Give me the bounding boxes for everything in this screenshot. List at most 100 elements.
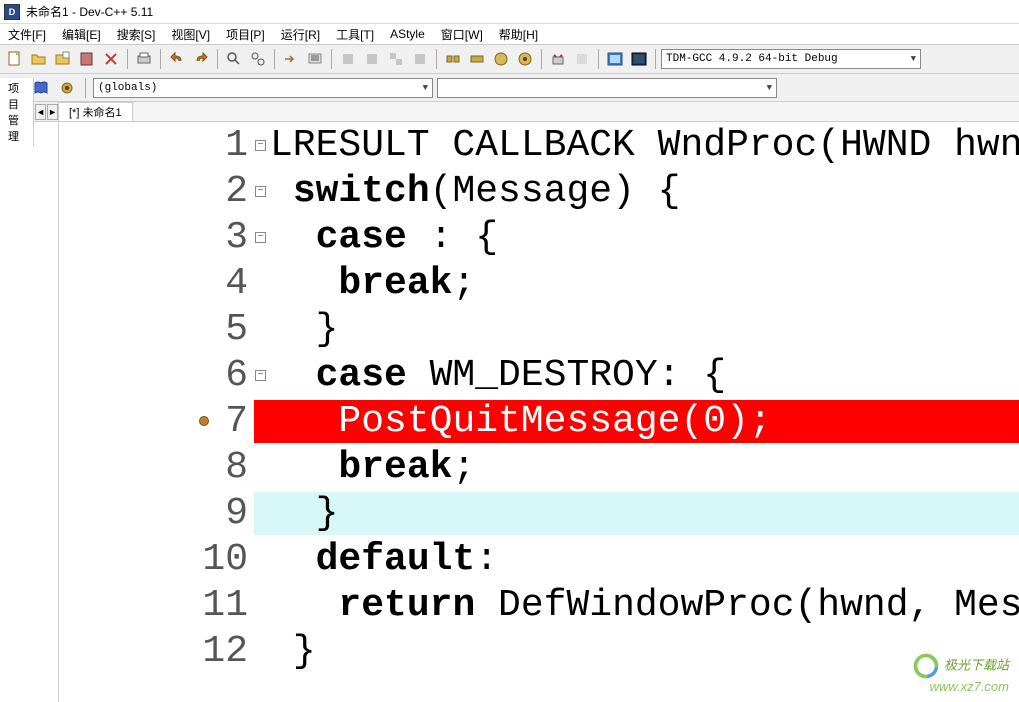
menu-edit[interactable]: 编辑[E] <box>58 24 105 45</box>
stop-debug-icon[interactable] <box>466 48 488 70</box>
bookmark-icon[interactable] <box>304 48 326 70</box>
toolbar-secondary: (globals)▼ ▼ <box>0 74 1019 102</box>
chevron-down-icon: ▼ <box>911 54 916 64</box>
gutter[interactable]: 6− <box>59 354 254 397</box>
keyword: default <box>316 538 476 581</box>
code-text[interactable]: break; <box>254 446 1019 489</box>
find-icon[interactable] <box>223 48 245 70</box>
editor-area: [*] 未命名1 1−LRESULT CALLBACK WndProc(HWND… <box>59 102 1019 702</box>
code-text[interactable]: } <box>254 308 1019 351</box>
tab-prev-icon[interactable]: ◄ <box>35 104 46 120</box>
code-line[interactable]: 7 PostQuitMessage(0); <box>59 398 1019 444</box>
fold-icon[interactable]: − <box>255 232 266 243</box>
gutter[interactable]: 12 <box>59 630 254 673</box>
code-line[interactable]: 10 default: <box>59 536 1019 582</box>
menu-search[interactable]: 搜索[S] <box>113 24 160 45</box>
code-line[interactable]: 6− case WM_DESTROY: { <box>59 352 1019 398</box>
keyword: return <box>338 584 475 627</box>
gutter[interactable]: 5 <box>59 308 254 351</box>
gutter[interactable]: 11 <box>59 584 254 627</box>
open-file-icon[interactable] <box>28 48 50 70</box>
code-text[interactable]: } <box>254 492 1019 535</box>
gutter[interactable]: 8 <box>59 446 254 489</box>
line-number: 7 <box>225 400 248 443</box>
code-text[interactable]: LRESULT CALLBACK WndProc(HWND hwnd, U <box>254 124 1019 167</box>
code-line[interactable]: 9 } <box>59 490 1019 536</box>
book-icon[interactable] <box>76 48 98 70</box>
tab-next-icon[interactable]: ► <box>47 104 58 120</box>
code-line[interactable]: 3− case : { <box>59 214 1019 260</box>
print-icon[interactable] <box>133 48 155 70</box>
code-line[interactable]: 1−LRESULT CALLBACK WndProc(HWND hwnd, U <box>59 122 1019 168</box>
menu-window[interactable]: 窗口[W] <box>437 24 487 45</box>
window2-icon[interactable] <box>628 48 650 70</box>
new-file-icon[interactable] <box>4 48 26 70</box>
scope-select[interactable]: (globals)▼ <box>93 78 433 98</box>
code-line[interactable]: 11 return DefWindowProc(hwnd, Message <box>59 582 1019 628</box>
code-text[interactable]: return DefWindowProc(hwnd, Message <box>254 584 1019 627</box>
redo-icon[interactable] <box>190 48 212 70</box>
code-editor[interactable]: 1−LRESULT CALLBACK WndProc(HWND hwnd, U2… <box>59 122 1019 702</box>
gutter[interactable]: 4 <box>59 262 254 305</box>
debug-icon[interactable] <box>442 48 464 70</box>
code-text[interactable]: case : { <box>254 216 1019 259</box>
code-text[interactable]: case WM_DESTROY: { <box>254 354 1019 397</box>
breakpoint-icon[interactable] <box>199 416 209 426</box>
menu-run[interactable]: 运行[R] <box>277 24 324 45</box>
fold-icon[interactable]: − <box>255 370 266 381</box>
debug-step-icon[interactable] <box>514 48 536 70</box>
line-number: 3 <box>225 216 248 259</box>
code-line[interactable]: 12 } <box>59 628 1019 674</box>
tool-icon[interactable] <box>571 48 593 70</box>
code-line[interactable]: 2− switch(Message) { <box>59 168 1019 214</box>
code-line[interactable]: 8 break; <box>59 444 1019 490</box>
toolbar-main: TDM-GCC 4.9.2 64-bit Debug▼ <box>0 44 1019 74</box>
gutter[interactable]: 9 <box>59 492 254 535</box>
code-text[interactable]: PostQuitMessage(0); <box>254 400 1019 443</box>
fold-icon[interactable]: − <box>255 140 266 151</box>
undo-icon[interactable] <box>166 48 188 70</box>
rebuild-icon[interactable] <box>409 48 431 70</box>
editor-tabs: [*] 未命名1 <box>59 102 1019 122</box>
separator <box>127 49 128 69</box>
compiler-select[interactable]: TDM-GCC 4.9.2 64-bit Debug▼ <box>661 49 921 69</box>
menu-view[interactable]: 视图[V] <box>167 24 214 45</box>
sidebar-tabs: 项目管理 ◄ ► <box>0 102 58 122</box>
member-select[interactable]: ▼ <box>437 78 777 98</box>
debug-gear-icon[interactable] <box>56 77 78 99</box>
goto-icon[interactable] <box>280 48 302 70</box>
code-text[interactable]: } <box>254 630 1019 673</box>
delete-icon[interactable] <box>547 48 569 70</box>
replace-icon[interactable] <box>247 48 269 70</box>
separator <box>655 49 656 69</box>
sidebar-tab-project[interactable]: 项目管理 <box>0 78 34 146</box>
gutter[interactable]: 3− <box>59 216 254 259</box>
close-icon[interactable] <box>100 48 122 70</box>
gutter[interactable]: 1− <box>59 124 254 167</box>
new-project-icon[interactable] <box>52 48 74 70</box>
editor-tab-file1[interactable]: [*] 未命名1 <box>59 102 133 121</box>
code-text[interactable]: default: <box>254 538 1019 581</box>
menu-astyle[interactable]: AStyle <box>386 25 429 43</box>
line-number: 11 <box>202 584 248 627</box>
window1-icon[interactable] <box>604 48 626 70</box>
compile-run-icon[interactable] <box>385 48 407 70</box>
fold-icon[interactable]: − <box>255 186 266 197</box>
code-line[interactable]: 4 break; <box>59 260 1019 306</box>
compile-icon[interactable] <box>337 48 359 70</box>
gutter[interactable]: 2− <box>59 170 254 213</box>
menu-project[interactable]: 项目[P] <box>222 24 269 45</box>
run-icon[interactable] <box>361 48 383 70</box>
code-text[interactable]: switch(Message) { <box>254 170 1019 213</box>
code-text[interactable]: break; <box>254 262 1019 305</box>
line-number: 2 <box>225 170 248 213</box>
profile-icon[interactable] <box>490 48 512 70</box>
menu-help[interactable]: 帮助[H] <box>495 24 542 45</box>
code-line[interactable]: 5 } <box>59 306 1019 352</box>
keyword: switch <box>293 170 430 213</box>
menu-tools[interactable]: 工具[T] <box>332 24 378 45</box>
titlebar: D 未命名1 - Dev-C++ 5.11 <box>0 0 1019 24</box>
menu-file[interactable]: 文件[F] <box>4 24 50 45</box>
gutter[interactable]: 7 <box>59 400 254 443</box>
gutter[interactable]: 10 <box>59 538 254 581</box>
